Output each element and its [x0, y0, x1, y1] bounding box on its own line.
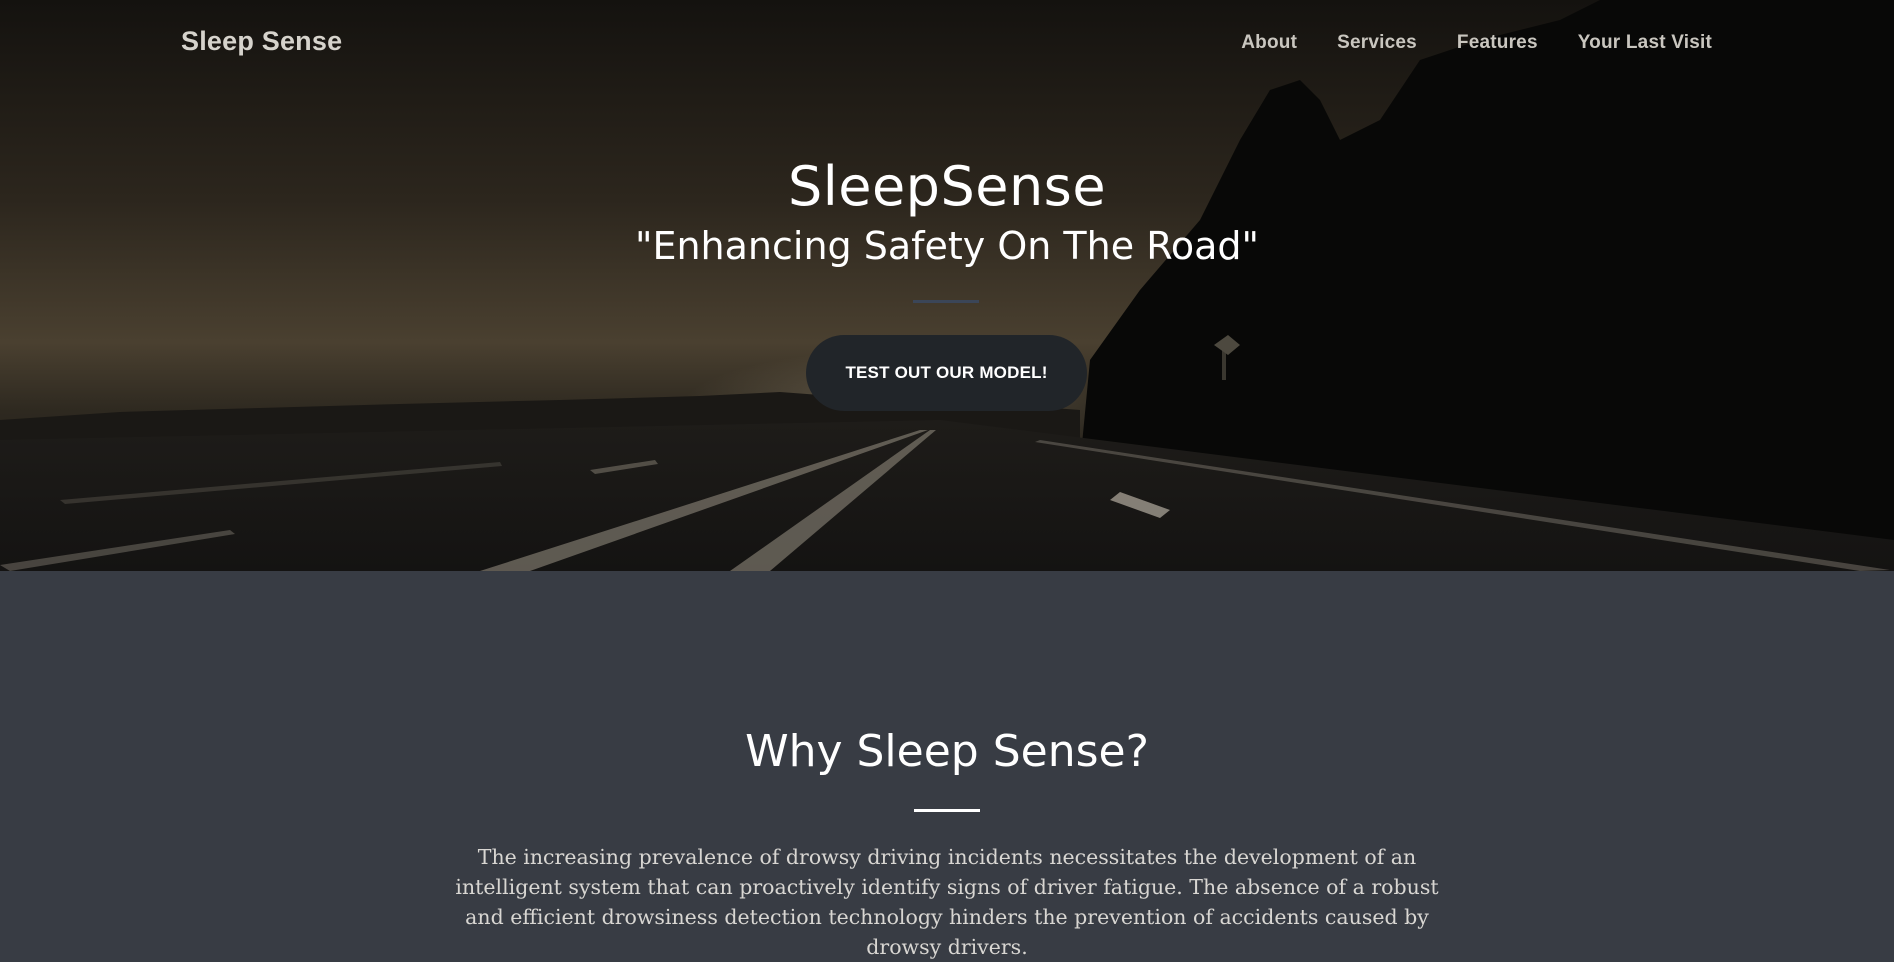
nav-link-about[interactable]: About — [1241, 32, 1297, 54]
hero-divider — [913, 300, 979, 303]
hero-tagline: "Enhancing Safety On The Road" — [634, 224, 1260, 268]
hero-section: Sleep Sense About Services Features Your… — [0, 0, 1894, 571]
why-section-title: Why Sleep Sense? — [745, 726, 1149, 777]
why-section-divider — [914, 809, 980, 812]
nav-link-last-visit[interactable]: Your Last Visit — [1578, 32, 1712, 54]
test-model-button[interactable]: TEST OUT OUR MODEL! — [806, 335, 1087, 411]
why-section: Why Sleep Sense? The increasing prevalen… — [0, 571, 1894, 959]
hero-title: SleepSense — [787, 155, 1107, 218]
nav-link-features[interactable]: Features — [1457, 32, 1538, 54]
nav-links: About Services Features Your Last Visit — [1241, 32, 1712, 54]
brand-logo-link[interactable]: Sleep Sense — [181, 26, 342, 57]
why-section-text: The increasing prevalence of drowsy driv… — [455, 845, 1439, 959]
top-navbar: Sleep Sense About Services Features Your… — [0, 0, 1894, 88]
nav-link-services[interactable]: Services — [1337, 32, 1417, 54]
